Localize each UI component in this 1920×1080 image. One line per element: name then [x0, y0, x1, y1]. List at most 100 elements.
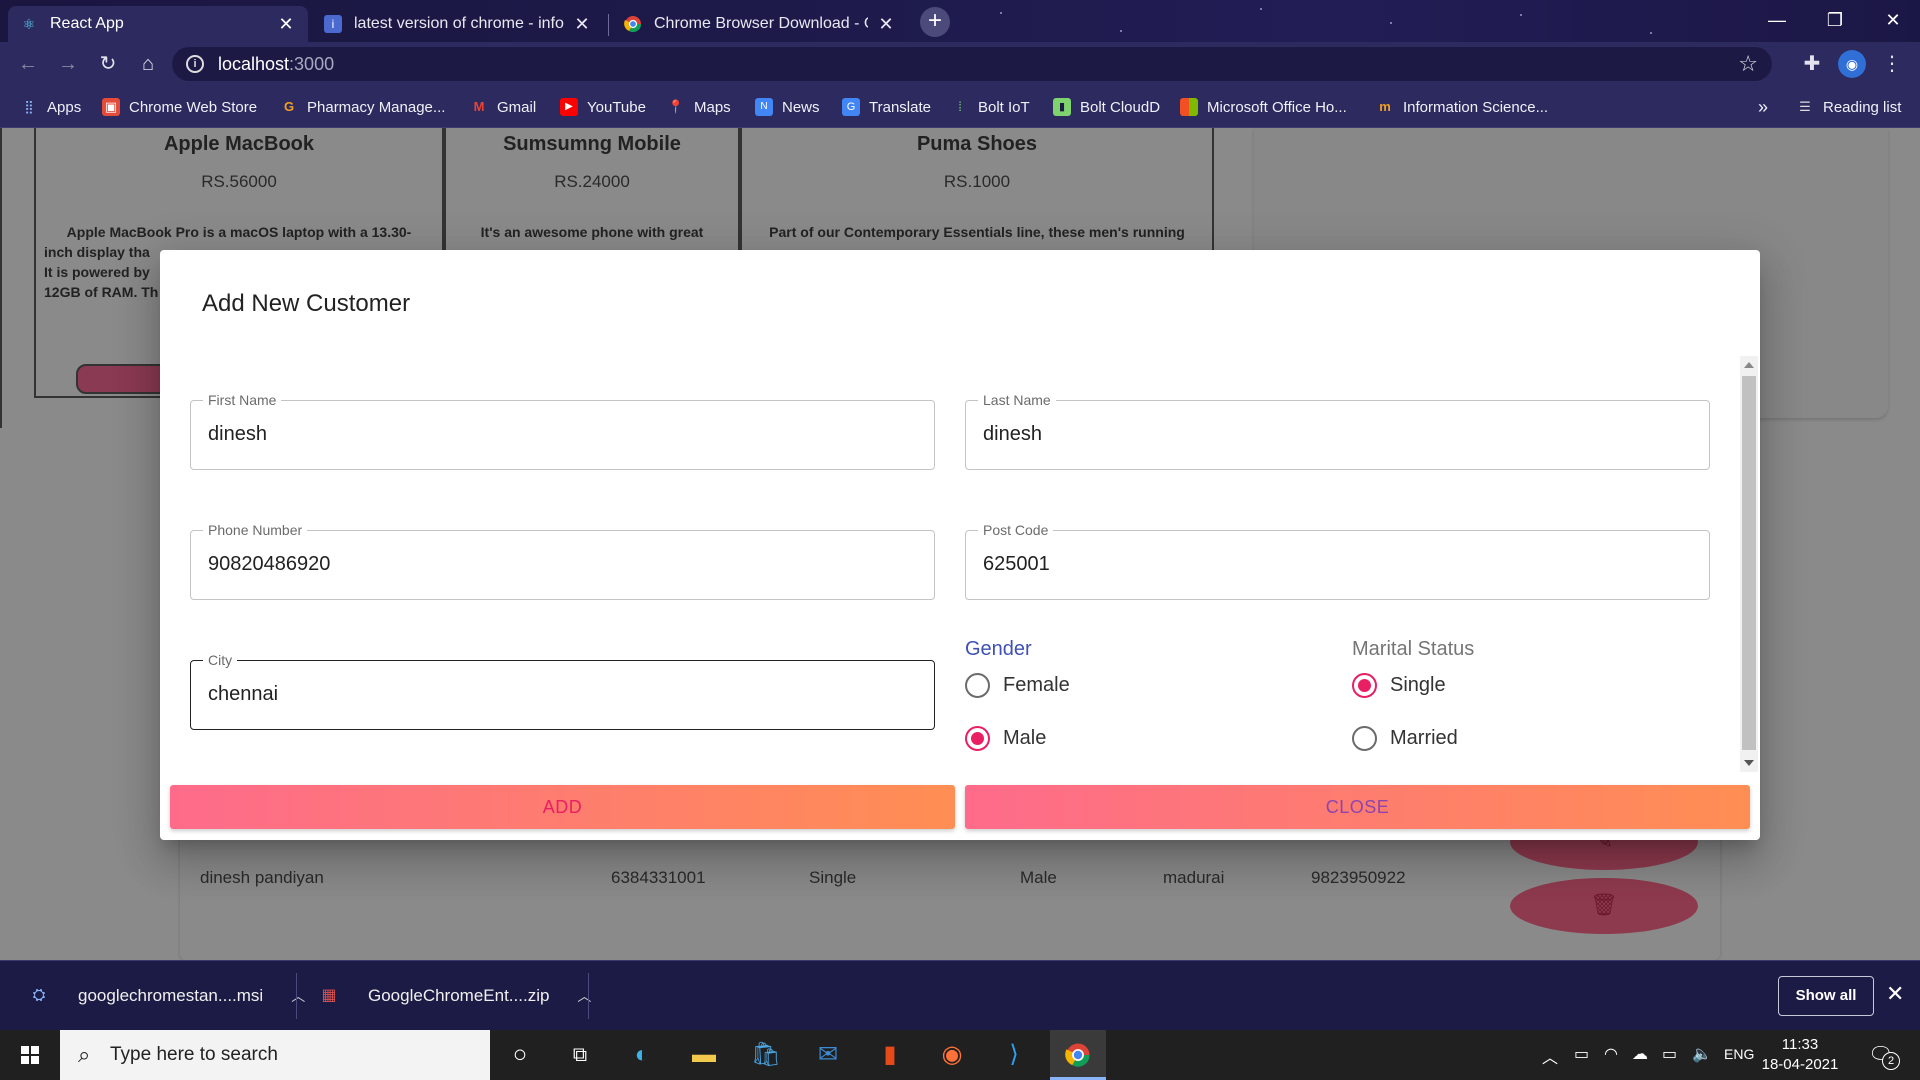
volume-icon[interactable]: 🔈	[1692, 1044, 1712, 1064]
bookmark-maps[interactable]: 📍 Maps	[667, 96, 731, 118]
tab-title: React App	[50, 15, 124, 32]
close-tab-icon[interactable]: ✕	[876, 14, 896, 35]
new-tab-button[interactable]: +	[920, 7, 950, 37]
reading-list-button[interactable]: ☰ Reading list	[1796, 96, 1901, 118]
city-label: City	[203, 652, 238, 668]
radio-circle-icon	[1352, 725, 1377, 751]
office-app-icon[interactable]: ▮	[862, 1030, 918, 1080]
installer-file-icon: ⛭	[32, 987, 46, 1004]
bookmark-gmail[interactable]: M Gmail	[470, 96, 537, 118]
profile-avatar[interactable]: ◉	[1838, 50, 1866, 78]
battery-icon[interactable]: ▭	[1662, 1044, 1677, 1064]
file-explorer-icon[interactable]: ▬	[676, 1030, 732, 1080]
bookmark-pharmacy[interactable]: G Pharmacy Manage...	[280, 96, 445, 118]
download-item-msi[interactable]: ⛭ googlechromestan....msi ︿	[28, 961, 306, 1031]
gender-option-female[interactable]: Female	[965, 670, 1070, 700]
menu-dots-icon[interactable]: ⋮	[1878, 50, 1906, 78]
download-item-zip[interactable]: ▦ GoogleChromeEnt....zip ︿	[318, 961, 591, 1031]
store-icon[interactable]: 🛍	[738, 1030, 794, 1080]
firefox-icon[interactable]: ◉	[924, 1030, 980, 1080]
search-icon: ⌕	[78, 1042, 91, 1067]
delete-button[interactable]: 🗑	[1510, 878, 1698, 934]
mail-icon[interactable]: ✉	[800, 1030, 856, 1080]
scrollbar-thumb[interactable]	[1742, 376, 1756, 750]
clock[interactable]: 11:33 18-04-2021	[1760, 1035, 1840, 1075]
onedrive-icon[interactable]: ☁	[1632, 1044, 1648, 1064]
wifi-icon[interactable]: ◠	[1604, 1044, 1618, 1064]
notification-center-icon[interactable]: 🗨 2	[1868, 1042, 1900, 1070]
chrome-taskbar-icon[interactable]	[1050, 1030, 1106, 1080]
tab-chrome-info[interactable]: i latest version of chrome - info.co ✕	[312, 6, 604, 42]
phone-number-field[interactable]: Phone Number 90820486920	[190, 522, 935, 600]
task-view-icon[interactable]: ⧉	[552, 1030, 608, 1080]
edge-icon[interactable]: ◐	[614, 1030, 670, 1080]
tab-title: Chrome Browser Download - Chr	[654, 15, 868, 32]
taskbar-search-box[interactable]: ⌕ Type here to search	[60, 1030, 490, 1080]
close-tab-icon[interactable]: ✕	[276, 14, 296, 35]
add-button[interactable]: ADD	[170, 785, 955, 829]
marital-option-single[interactable]: Single	[1352, 670, 1446, 700]
home-icon[interactable]: ⌂	[134, 50, 162, 78]
city-field[interactable]: City chennai	[190, 652, 935, 730]
bookmark-office[interactable]: Microsoft Office Ho...	[1180, 96, 1347, 118]
gender-option-male[interactable]: Male	[965, 723, 1046, 753]
close-button[interactable]: CLOSE	[965, 785, 1750, 829]
window-close-button[interactable]: ✕	[1864, 0, 1920, 40]
youtube-icon: ▶	[560, 98, 578, 116]
marital-status-label: Marital Status	[1352, 638, 1475, 660]
language-indicator[interactable]: ENG	[1724, 1046, 1754, 1062]
scroll-up-arrow-icon[interactable]	[1744, 362, 1754, 368]
start-button[interactable]	[0, 1030, 60, 1080]
bookmark-apps[interactable]: ⣿ Apps	[20, 96, 81, 118]
notification-count-badge: 2	[1882, 1052, 1900, 1070]
last-name-label: Last Name	[978, 392, 1056, 408]
dialog-scrollbar[interactable]	[1740, 356, 1758, 772]
last-name-field[interactable]: Last Name dinesh	[965, 392, 1710, 470]
cortana-icon[interactable]: ○	[492, 1030, 548, 1080]
close-tab-icon[interactable]: ✕	[572, 14, 592, 35]
post-code-field[interactable]: Post Code 625001	[965, 522, 1710, 600]
chevron-up-icon[interactable]: ︿	[577, 986, 591, 1006]
meet-now-icon[interactable]: ▭	[1574, 1044, 1589, 1064]
bookmark-info-science[interactable]: m Information Science...	[1376, 96, 1548, 118]
close-downloads-icon[interactable]: ✕	[1886, 981, 1904, 1007]
bookmark-news[interactable]: N News	[755, 96, 820, 118]
apps-grid-icon: ⣿	[24, 99, 34, 114]
product-description: It's an awesome phone with great	[480, 224, 704, 240]
phone-number-label: Phone Number	[203, 522, 308, 538]
minimize-button[interactable]: —	[1748, 0, 1806, 40]
bookmark-youtube[interactable]: ▶ YouTube	[560, 96, 646, 118]
browser-tab-strip: ⚛ React App ✕ i latest version of chrome…	[0, 0, 1920, 42]
address-bar[interactable]: i localhost:3000 ☆	[172, 47, 1772, 81]
radio-circle-icon	[965, 672, 990, 698]
downloads-bar: ⛭ googlechromestan....msi ︿ ▦ GoogleChro…	[0, 960, 1920, 1030]
extensions-icon[interactable]: ✚	[1798, 50, 1826, 78]
bookmarks-overflow-button[interactable]: »	[1758, 96, 1768, 118]
customer-marital-cell: Single	[809, 868, 857, 887]
tab-chrome-download[interactable]: Chrome Browser Download - Chr ✕	[612, 6, 908, 42]
scroll-down-arrow-icon[interactable]	[1744, 760, 1754, 766]
chevron-up-icon[interactable]: ︿	[1542, 1044, 1558, 1068]
bookmark-bolt-cloud[interactable]: ▮ Bolt CloudD	[1053, 96, 1160, 118]
reload-icon[interactable]: ↻	[94, 50, 122, 78]
product-price: RS.24000	[554, 172, 630, 191]
site-info-icon[interactable]: i	[186, 55, 204, 73]
show-all-downloads-button[interactable]: Show all	[1778, 976, 1874, 1016]
bookmark-bolt-iot[interactable]: ⁞ Bolt IoT	[951, 96, 1030, 118]
radio-checked-icon	[965, 725, 990, 751]
tab-react-app[interactable]: ⚛ React App ✕	[8, 6, 308, 42]
marital-option-married[interactable]: Married	[1352, 723, 1458, 753]
bookmark-star-icon[interactable]: ☆	[1738, 51, 1758, 77]
forward-arrow-icon[interactable]: →	[54, 50, 82, 78]
chrome-icon	[624, 15, 642, 33]
product-name: Apple MacBook	[163, 133, 315, 155]
vscode-icon[interactable]: ⟩	[986, 1030, 1042, 1080]
bookmark-chrome-web-store[interactable]: ▣ Chrome Web Store	[102, 96, 257, 118]
chevron-up-icon[interactable]: ︿	[291, 986, 305, 1006]
office-icon	[1180, 98, 1198, 116]
first-name-field[interactable]: First Name dinesh	[190, 392, 935, 470]
gender-label: Gender	[965, 638, 1032, 660]
back-arrow-icon[interactable]: ←	[14, 50, 42, 78]
bookmark-translate[interactable]: G Translate	[842, 96, 931, 118]
restore-button[interactable]: ❐	[1806, 0, 1864, 40]
